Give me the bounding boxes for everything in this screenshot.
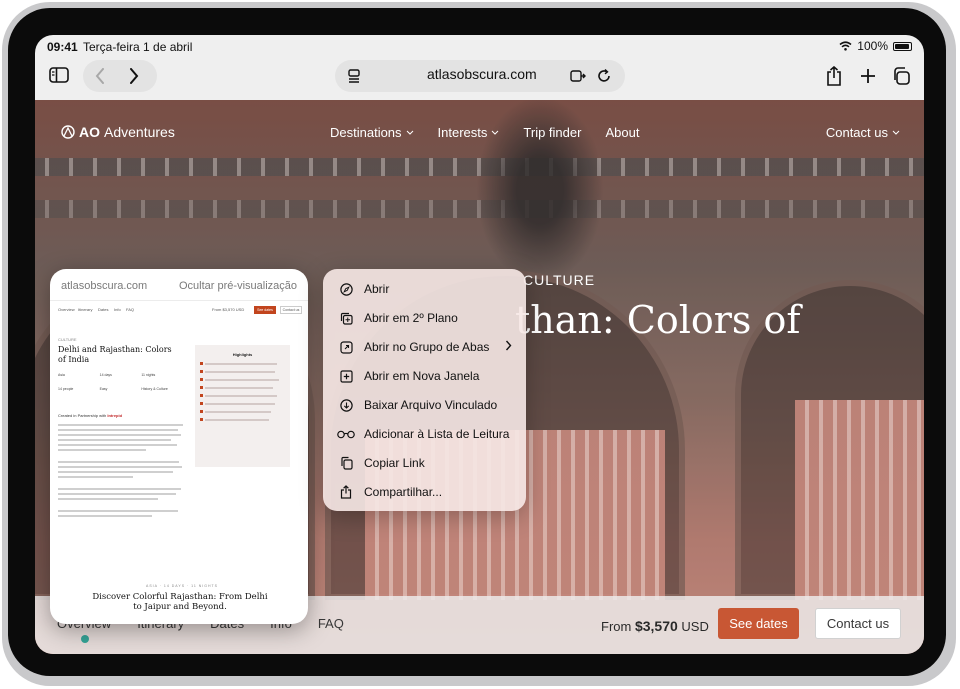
partner-prefix: Created in Partnership with (58, 413, 107, 418)
screen: 09:41 Terça-feira 1 de abril 100% atlaso… (35, 35, 924, 654)
highlights-title: Highlights (232, 352, 253, 357)
copy-icon (339, 456, 353, 470)
share-icon[interactable] (823, 64, 845, 88)
menu-item-label: Compartilhar... (364, 485, 443, 499)
partner-name: Intrepid (107, 413, 123, 418)
preview-nav-item: FAQ (126, 307, 135, 312)
status-bar: 09:41 Terça-feira 1 de abril 100% (35, 35, 924, 57)
wifi-icon (839, 41, 852, 51)
preview-stat: Asia (58, 373, 65, 377)
menu-item-tab-group[interactable]: Abrir no Grupo de Abas (323, 333, 526, 361)
preview-title: Delhi and Rajasthan: Colors of India (58, 345, 172, 364)
page-menu-icon[interactable] (345, 66, 363, 86)
preview-stat: 14 days (99, 373, 112, 377)
menu-item-background[interactable]: Abrir em 2º Plano (323, 304, 526, 332)
preview-body-text (58, 424, 183, 520)
chevron-right-icon (505, 340, 512, 354)
forward-icon[interactable] (123, 66, 145, 86)
hide-preview-button[interactable]: Ocultar pré-visualização (179, 280, 297, 292)
menu-item-label: Abrir em Nova Janela (364, 369, 480, 383)
preview-nav: Overview Itinerary Dates Info FAQ From $… (56, 305, 302, 317)
menu-item-label: Adicionar à Lista de Leitura (364, 427, 510, 441)
menu-item-label: Abrir em 2º Plano (364, 311, 458, 325)
preview-stat: 14 people (58, 387, 74, 391)
menu-item-new-window[interactable]: Abrir em Nova Janela (323, 362, 526, 390)
tabs-overview-icon[interactable] (890, 65, 912, 87)
menu-item-reading-list[interactable]: Adicionar à Lista de Leitura (323, 420, 526, 448)
glasses-icon (337, 427, 355, 441)
preview-contact: Contact us (280, 306, 302, 314)
reader-icon[interactable] (569, 66, 587, 86)
compass-icon (339, 282, 353, 296)
background-window-icon (339, 311, 353, 325)
menu-item-label: Baixar Arquivo Vinculado (364, 398, 498, 412)
status-indicators: 100% (839, 39, 912, 53)
preview-price: From $3,570 USD (212, 307, 245, 312)
preview-nav-item: Overview (58, 307, 75, 312)
preview-partner: Created in Partnership with Intrepid (58, 413, 122, 418)
status-time: 09:41 (47, 40, 78, 54)
menu-item-abrir[interactable]: Abrir (323, 275, 526, 303)
preview-stat: 11 nights (141, 373, 156, 377)
battery-percent: 100% (857, 39, 888, 53)
preview-stat: Easy (99, 387, 108, 391)
sidebar-icon[interactable] (47, 65, 71, 85)
reload-icon[interactable] (595, 66, 613, 86)
menu-item-download[interactable]: Baixar Arquivo Vinculado (323, 391, 526, 419)
preview-nav-item: Dates (98, 307, 109, 312)
menu-item-label: Abrir (364, 282, 390, 296)
menu-item-label: Copiar Link (364, 456, 425, 470)
address-text: atlasobscura.com (427, 66, 537, 82)
preview-footer-title: Discover Colorful Rajasthan: From Delhi … (92, 592, 268, 612)
context-menu: Abrir Abrir em 2º Plano Abrir no Grupo d… (323, 269, 526, 511)
menu-item-copy-link[interactable]: Copiar Link (323, 449, 526, 477)
preview-url: atlasobscura.com (61, 280, 148, 292)
menu-item-share[interactable]: Compartilhar... (323, 478, 526, 506)
share-icon (339, 485, 353, 499)
battery-icon (893, 41, 912, 51)
preview-highlights: Highlights (195, 345, 290, 467)
link-preview-card[interactable]: atlasobscura.com Ocultar pré-visualizaçã… (50, 269, 308, 624)
new-tab-icon[interactable] (857, 65, 879, 87)
preview-stats: Asia 14 days 11 nights 14 people Easy Hi… (58, 373, 183, 391)
new-window-icon (339, 369, 353, 383)
tab-group-icon (339, 340, 353, 354)
preview-see-dates: See dates (254, 306, 276, 314)
back-icon[interactable] (89, 66, 111, 86)
browser-toolbar: atlasobscura.com (35, 57, 924, 100)
preview-stat: History & Culture (141, 387, 168, 391)
preview-kicker: CULTURE (58, 337, 77, 342)
download-icon (339, 398, 353, 412)
preview-footer-meta: ASIA · 14 DAYS · 11 NIGHTS (146, 584, 218, 588)
menu-item-label: Abrir no Grupo de Abas (364, 340, 490, 354)
status-date: Terça-feira 1 de abril (83, 40, 193, 54)
preview-header: atlasobscura.com Ocultar pré-visualizaçã… (50, 269, 308, 301)
preview-nav-item: Info (114, 307, 121, 312)
preview-nav-item: Itinerary (78, 307, 93, 312)
